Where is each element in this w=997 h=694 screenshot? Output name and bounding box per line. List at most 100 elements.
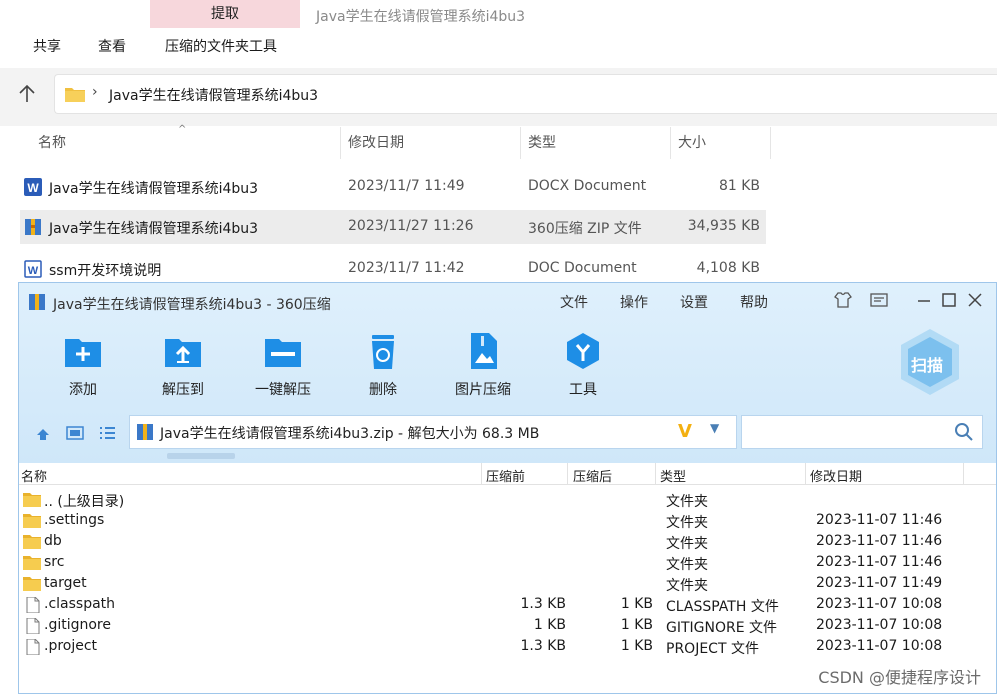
row-type: 文件夹 <box>666 494 708 510</box>
explorer-column-header: ^ 名称 修改日期 类型 大小 <box>0 124 771 159</box>
address-text: Java学生在线请假管理系统i4bu3 <box>109 88 319 104</box>
row-compressed-size: 1 KB <box>620 638 653 654</box>
col-date[interactable]: 修改日期 <box>340 127 404 159</box>
folder-row[interactable]: .. (上级目录) 文件夹 <box>19 490 996 511</box>
file-row[interactable]: W Java学生在线请假管理系统i4bu3 2023/11/7 11:49 DO… <box>20 170 766 204</box>
row-original-size: 1 KB <box>533 617 566 633</box>
row-type: 文件夹 <box>666 557 708 573</box>
v-logo-icon[interactable]: V <box>678 421 692 442</box>
add-folder-icon <box>65 339 101 367</box>
col-type[interactable]: 类型 <box>520 127 556 159</box>
extract-to-button[interactable]: 解压到 <box>133 331 233 401</box>
row-original-size: 1.3 KB <box>520 638 567 654</box>
row-date: 2023-11-07 11:46 <box>816 533 943 549</box>
zip-window-title: Java学生在线请假管理系统i4bu3 - 360压缩 <box>53 297 331 313</box>
ribbon-share[interactable]: 共享 <box>33 36 61 56</box>
zip-nav-area: Java学生在线请假管理系统i4bu3.zip - 解包大小为 68.3 MB … <box>19 411 996 463</box>
tools-icon <box>567 333 599 369</box>
row-name: .. (上级目录) <box>44 494 125 510</box>
zip-column-header: 名称 压缩前 压缩后 类型 修改日期 <box>19 463 996 485</box>
folder-icon <box>23 513 41 529</box>
scan-label: 扫描 <box>911 356 944 375</box>
row-date: 2023-11-07 11:46 <box>816 512 943 528</box>
delete-button[interactable]: 删除 <box>333 331 433 401</box>
col-name[interactable]: 名称 <box>21 466 47 485</box>
skin-icon[interactable] <box>832 289 854 311</box>
file-row[interactable]: W ssm开发环境说明 2023/11/7 11:42 DOC Document… <box>20 252 766 286</box>
word-icon: W <box>24 178 42 196</box>
folder-row[interactable]: src 文件夹 2023-11-07 11:46 <box>19 553 996 574</box>
folder-row[interactable]: db 文件夹 2023-11-07 11:46 <box>19 532 996 553</box>
thumbnail-view-icon[interactable] <box>65 423 85 443</box>
row-type: CLASSPATH 文件 <box>666 599 779 615</box>
svg-text:W: W <box>28 265 39 277</box>
image-compress-button[interactable]: 图片压缩 <box>433 331 533 401</box>
ribbon-compressed-tools[interactable]: 压缩的文件夹工具 <box>165 36 277 56</box>
row-type: 文件夹 <box>666 515 708 531</box>
address-bar[interactable]: › Java学生在线请假管理系统i4bu3 <box>54 74 997 114</box>
col-original-size[interactable]: 压缩前 <box>486 466 525 485</box>
menu-help[interactable]: 帮助 <box>740 292 768 312</box>
folder-row[interactable]: target 文件夹 2023-11-07 11:49 <box>19 574 996 595</box>
col-modified[interactable]: 修改日期 <box>810 466 862 485</box>
add-button[interactable]: 添加 <box>33 331 133 401</box>
minimize-icon[interactable] <box>913 289 935 311</box>
col-name[interactable]: 名称 <box>30 127 66 159</box>
tab-extract[interactable]: 提取 <box>150 0 300 28</box>
maximize-icon[interactable] <box>938 289 960 311</box>
search-icon[interactable] <box>954 422 974 442</box>
row-date: 2023-11-07 11:46 <box>816 554 943 570</box>
file-icon <box>23 596 41 614</box>
col-size[interactable]: 大小 <box>670 127 706 159</box>
up-level-icon[interactable] <box>33 423 53 443</box>
image-compress-icon <box>471 333 497 369</box>
list-view-icon[interactable] <box>97 423 117 443</box>
scan-button[interactable]: 扫描 <box>897 327 963 397</box>
file-icon <box>23 617 41 635</box>
scroll-indicator <box>167 453 235 459</box>
one-click-extract-button[interactable]: 一键解压 <box>233 331 333 401</box>
menu-file[interactable]: 文件 <box>560 292 588 312</box>
up-arrow-icon[interactable] <box>16 83 38 105</box>
close-icon[interactable] <box>964 289 986 311</box>
row-type: GITIGNORE 文件 <box>666 620 778 636</box>
menu-operation[interactable]: 操作 <box>620 292 648 312</box>
row-name: db <box>44 533 62 549</box>
row-name: .classpath <box>44 596 116 612</box>
row-type: PROJECT 文件 <box>666 641 759 657</box>
folder-icon <box>23 534 41 550</box>
zip-icon <box>25 219 41 235</box>
svg-text:W: W <box>27 181 39 195</box>
ribbon-view[interactable]: 查看 <box>98 36 126 56</box>
folder-icon <box>23 576 41 592</box>
zip-path-bar[interactable]: Java学生在线请假管理系统i4bu3.zip - 解包大小为 68.3 MB … <box>129 415 737 449</box>
row-compressed-size: 1 KB <box>620 596 653 612</box>
zip-search-input[interactable] <box>741 415 983 449</box>
row-date: 2023-11-07 10:08 <box>816 638 943 654</box>
address-area: › Java学生在线请假管理系统i4bu3 <box>0 68 997 126</box>
col-type[interactable]: 类型 <box>660 466 686 485</box>
file-row[interactable]: .project 1.3 KB 1 KB PROJECT 文件 2023-11-07 1… <box>19 637 996 658</box>
row-name: .gitignore <box>44 617 111 633</box>
row-date: 2023-11-07 11:49 <box>816 575 943 591</box>
folder-row[interactable]: .settings 文件夹 2023-11-07 11:46 <box>19 511 996 532</box>
col-compressed-size[interactable]: 压缩后 <box>573 466 612 485</box>
row-type: 文件夹 <box>666 536 708 552</box>
chevron-down-icon[interactable]: ▼ <box>710 421 719 435</box>
window-title: Java学生在线请假管理系统i4bu3 <box>316 9 526 25</box>
file-row[interactable]: .gitignore 1 KB 1 KB GITIGNORE 文件 2023-11-07… <box>19 616 996 637</box>
row-name: src <box>44 554 65 570</box>
one-click-extract-icon <box>265 339 301 367</box>
folder-icon <box>23 555 41 571</box>
menu-settings[interactable]: 设置 <box>680 292 708 312</box>
file-row[interactable]: Java学生在线请假管理系统i4bu3 2023/11/27 11:26 360… <box>20 210 766 244</box>
file-row[interactable]: .classpath 1.3 KB 1 KB CLASSPATH 文件 2023-11-… <box>19 595 996 616</box>
extract-folder-icon <box>165 339 201 367</box>
feedback-icon[interactable] <box>868 289 890 311</box>
zip-icon <box>29 294 45 310</box>
row-name: .project <box>44 638 98 654</box>
row-date: 2023-11-07 10:08 <box>816 617 943 633</box>
row-date: 2023-11-07 10:08 <box>816 596 943 612</box>
row-compressed-size: 1 KB <box>620 617 653 633</box>
tools-button[interactable]: 工具 <box>533 331 633 401</box>
